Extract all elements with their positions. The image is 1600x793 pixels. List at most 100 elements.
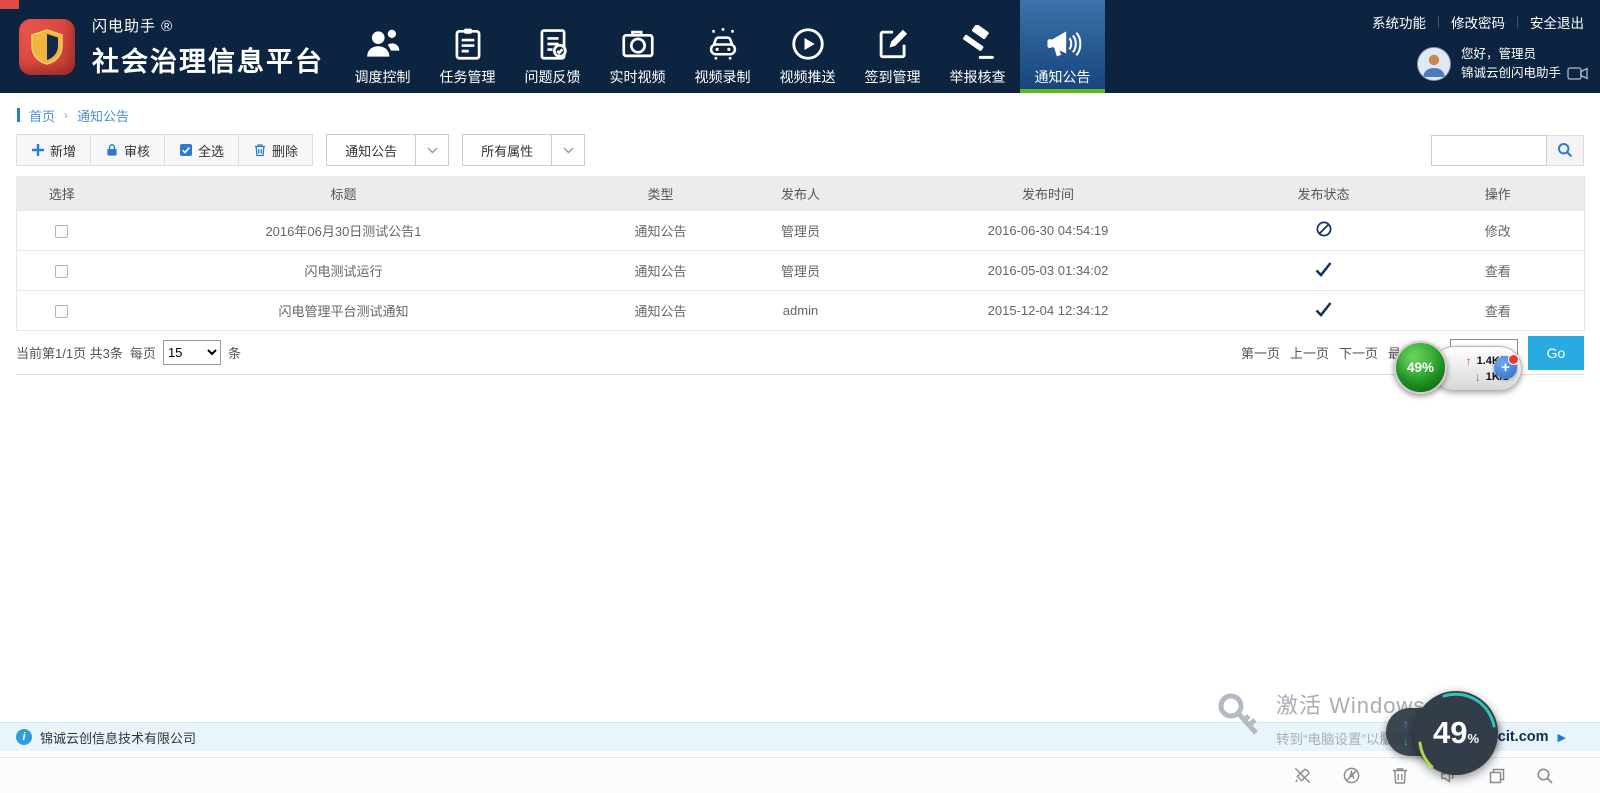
memory-percent-ball[interactable]: 49% — [1394, 341, 1447, 394]
row-checkbox[interactable] — [55, 265, 68, 278]
footer-company-group: i 锦诚云创信息技术有限公司 — [16, 728, 196, 747]
row-action-link[interactable]: 修改 — [1485, 224, 1511, 239]
search-button[interactable] — [1547, 135, 1584, 166]
notice-time: 2015-12-04 12:34:12 — [861, 291, 1236, 331]
video-camera-icon[interactable] — [1567, 67, 1588, 80]
notice-title[interactable]: 2016年06月30日测试公告1 — [265, 224, 421, 239]
avatar[interactable] — [1417, 47, 1451, 81]
review-button[interactable]: 审核 — [91, 135, 165, 165]
top-link-safe-logout[interactable]: 安全退出 — [1518, 12, 1588, 32]
nav-item-checkin-management[interactable]: 签到管理 — [850, 0, 935, 93]
row-checkbox[interactable] — [55, 225, 68, 238]
key-icon — [1216, 692, 1262, 748]
breadcrumb: 首页 › 通知公告 — [17, 105, 1600, 125]
nav-item-video-push[interactable]: 视频推送 — [765, 0, 850, 93]
search-input[interactable] — [1431, 135, 1547, 166]
user-info: 您好，管理员 锦诚云创闪电助手 — [1360, 45, 1588, 84]
button-label: 审核 — [124, 141, 150, 160]
cpu-percent-circle[interactable]: 49% — [1414, 691, 1498, 775]
nav-item-video-recording[interactable]: 视频录制 — [680, 0, 765, 93]
table-body: 2016年06月30日测试公告1 通知公告 管理员 2016-06-30 04:… — [17, 211, 1585, 331]
checkbox-icon — [179, 143, 193, 157]
user-org: 锦诚云创闪电助手 — [1461, 64, 1561, 83]
brand-subtitle: 闪电助手 ® — [92, 15, 324, 36]
notice-type: 通知公告 — [581, 211, 741, 251]
browser-bottom-strip — [0, 757, 1600, 793]
per-page-label: 每页 — [130, 343, 156, 362]
ad-block-icon[interactable] — [1342, 766, 1361, 785]
per-page-unit: 条 — [228, 343, 241, 362]
camera-icon — [619, 19, 657, 67]
rocket-slash-icon[interactable] — [1293, 766, 1312, 785]
go-button[interactable]: Go — [1528, 336, 1584, 370]
top-link-change-password[interactable]: 修改密码 — [1439, 12, 1517, 32]
attr-filter-dropdown[interactable]: 所有属性 — [462, 134, 585, 166]
nav-item-task-management[interactable]: 任务管理 — [425, 0, 510, 93]
download-arrow-icon: ↓ — [1475, 370, 1481, 384]
button-label: 全选 — [198, 141, 224, 160]
nav-item-notice-announcement[interactable]: 通知公告 — [1020, 0, 1105, 93]
net-speed-widget-bottom[interactable]: ↑ 1.5K/s ↓ 0.9K/s 49% — [1384, 690, 1544, 782]
row-action-link[interactable]: 查看 — [1485, 304, 1511, 319]
per-page-select[interactable]: 15 — [163, 340, 221, 365]
column-header: 选择 — [17, 177, 107, 211]
page-link[interactable]: 下一页 — [1339, 343, 1378, 362]
row-checkbox[interactable] — [55, 305, 68, 318]
notice-type: 通知公告 — [581, 291, 741, 331]
column-header: 标题 — [107, 177, 581, 211]
table-row: 闪电管理平台测试通知 通知公告 admin 2015-12-04 12:34:1… — [17, 291, 1585, 331]
row-action-link[interactable]: 查看 — [1485, 264, 1511, 279]
toolbar-button-group: 新增 审核 全选 删除 — [16, 134, 313, 166]
breadcrumb-current: 通知公告 — [77, 106, 129, 125]
nav-item-issue-feedback[interactable]: 问题反馈 — [510, 0, 595, 93]
column-header: 发布时间 — [861, 177, 1236, 211]
nav-item-dispatch-control[interactable]: 调度控制 — [340, 0, 425, 93]
page-link[interactable]: 第一页 — [1241, 343, 1280, 362]
nav-label: 视频推送 — [780, 67, 836, 87]
select-all-button[interactable]: 全选 — [165, 135, 239, 165]
page-link[interactable]: 上一页 — [1290, 343, 1329, 362]
delete-button[interactable]: 删除 — [239, 135, 312, 165]
notice-title[interactable]: 闪电测试运行 — [304, 264, 382, 279]
edit-icon — [874, 19, 912, 67]
notice-time: 2016-05-03 01:34:02 — [861, 251, 1236, 291]
nav-label: 举报核查 — [950, 67, 1006, 87]
arrow-right-icon[interactable]: ▶ — [1558, 731, 1566, 744]
plus-icon — [31, 143, 45, 157]
chevron-down-icon[interactable] — [551, 135, 584, 165]
nav-item-live-video[interactable]: 实时视频 — [595, 0, 680, 93]
add-button[interactable]: 新增 — [17, 135, 91, 165]
nav-item-report-verification[interactable]: 举报核查 — [935, 0, 1020, 93]
nav-label: 通知公告 — [1035, 67, 1091, 87]
column-header: 发布状态 — [1236, 177, 1412, 211]
net-speed-widget-top[interactable]: ↑ 1.4K/s ↓ 1K/s + 49% — [1394, 341, 1526, 397]
pagination-summary: 当前第1/1页 共3条 — [16, 343, 123, 362]
nav-label: 实时视频 — [610, 67, 666, 87]
doc-check-icon — [534, 19, 572, 67]
notice-publisher: 管理员 — [741, 211, 861, 251]
chevron-down-icon[interactable] — [415, 135, 448, 165]
brand-block: 闪电助手 ® 社会治理信息平台 — [0, 0, 340, 93]
type-filter-dropdown[interactable]: 通知公告 — [326, 134, 449, 166]
notices-table: 选择标题类型发布人发布时间发布状态操作 2016年06月30日测试公告1 通知公… — [16, 176, 1585, 331]
nav-label: 问题反馈 — [525, 67, 581, 87]
corner-red-artifact — [0, 0, 19, 9]
notice-time: 2016-06-30 04:54:19 — [861, 211, 1236, 251]
toolbar: 新增 审核 全选 删除 通知公告 所有属性 — [16, 134, 1584, 166]
notice-title[interactable]: 闪电管理平台测试通知 — [278, 304, 408, 319]
header-right: 系统功能修改密码安全退出 您好，管理员 锦诚云创闪电助手 — [1360, 12, 1588, 84]
type-filter-value: 通知公告 — [327, 135, 415, 165]
app-header: 闪电助手 ® 社会治理信息平台 调度控制 任务管理 问题反馈 实时视频 视频录制… — [0, 0, 1600, 93]
top-links: 系统功能修改密码安全退出 — [1360, 12, 1588, 32]
table-row: 2016年06月30日测试公告1 通知公告 管理员 2016-06-30 04:… — [17, 211, 1585, 251]
download-arrow-icon: ↓ — [1403, 734, 1409, 748]
plus-ball-icon[interactable]: + — [1494, 356, 1517, 379]
column-header: 操作 — [1412, 177, 1585, 211]
brand-text: 闪电助手 ® 社会治理信息平台 — [92, 15, 324, 79]
breadcrumb-home[interactable]: 首页 — [29, 106, 55, 125]
megaphone-icon — [1044, 19, 1082, 67]
notice-publisher: 管理员 — [741, 251, 861, 291]
car-icon — [704, 19, 742, 67]
button-label: 删除 — [272, 141, 298, 160]
top-link-system-functions[interactable]: 系统功能 — [1360, 12, 1438, 32]
